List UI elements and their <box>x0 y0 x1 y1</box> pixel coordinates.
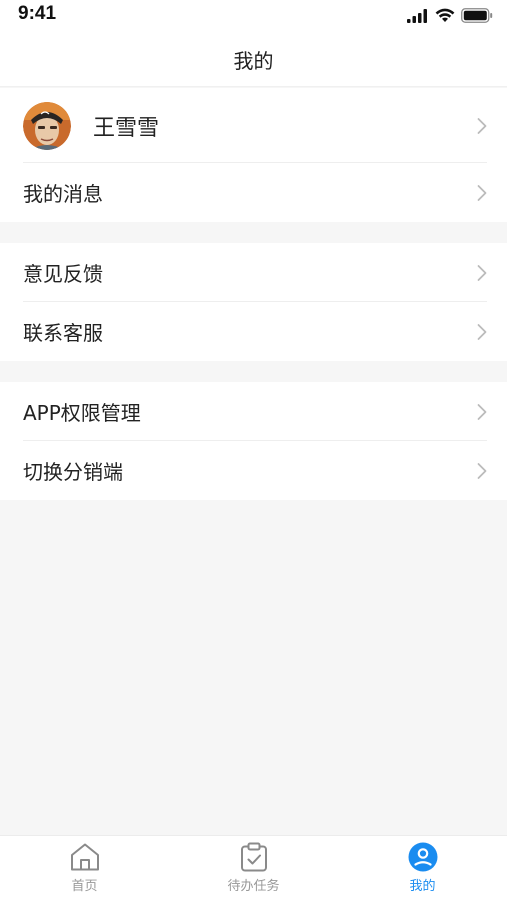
avatar <box>23 101 71 150</box>
menu-item-app-permissions[interactable]: APP权限管理 <box>0 382 507 441</box>
user-icon <box>408 842 437 872</box>
menu-item-label: APP权限管理 <box>23 401 141 425</box>
support-group: 意见反馈 联系客服 <box>0 243 507 361</box>
menu-item-contact-service[interactable]: 联系客服 <box>0 302 507 361</box>
chevron-right-icon <box>477 323 487 340</box>
tab-bar: 首页 待办任务 我的 <box>0 835 507 900</box>
chevron-right-icon <box>477 117 487 134</box>
profile-row[interactable]: 王雪雪 <box>0 88 507 163</box>
battery-icon <box>461 8 493 23</box>
chevron-right-icon <box>477 462 487 479</box>
status-time: 9:41 <box>18 3 57 24</box>
status-icons <box>407 8 493 23</box>
menu-item-label: 我的消息 <box>23 182 103 206</box>
menu-item-label: 意见反馈 <box>23 262 103 286</box>
tab-label: 首页 <box>71 879 98 894</box>
menu-item-switch-distributor[interactable]: 切换分销端 <box>0 441 507 500</box>
status-bar: 9:41 <box>0 0 507 32</box>
home-icon <box>70 843 99 871</box>
tab-label: 待办任务 <box>227 879 280 894</box>
chevron-right-icon <box>477 264 487 281</box>
nav-bar: 我的 <box>0 32 507 87</box>
clipboard-check-icon <box>240 842 267 872</box>
menu-item-messages[interactable]: 我的消息 <box>0 163 507 222</box>
chevron-right-icon <box>477 184 487 201</box>
signal-icon <box>407 8 427 23</box>
chevron-right-icon <box>477 403 487 420</box>
tab-todo[interactable]: 待办任务 <box>169 836 338 900</box>
profile-name: 王雪雪 <box>93 115 160 141</box>
profile-group: 王雪雪 我的消息 <box>0 88 507 222</box>
tab-home[interactable]: 首页 <box>0 836 169 900</box>
page-title: 我的 <box>233 48 274 73</box>
menu-item-label: 联系客服 <box>23 321 103 345</box>
tab-mine[interactable]: 我的 <box>338 836 507 900</box>
wifi-icon <box>435 8 455 22</box>
menu-item-label: 切换分销端 <box>23 460 123 484</box>
menu-item-feedback[interactable]: 意见反馈 <box>0 243 507 302</box>
settings-group: APP权限管理 切换分销端 <box>0 382 507 500</box>
tab-label: 我的 <box>409 879 436 894</box>
